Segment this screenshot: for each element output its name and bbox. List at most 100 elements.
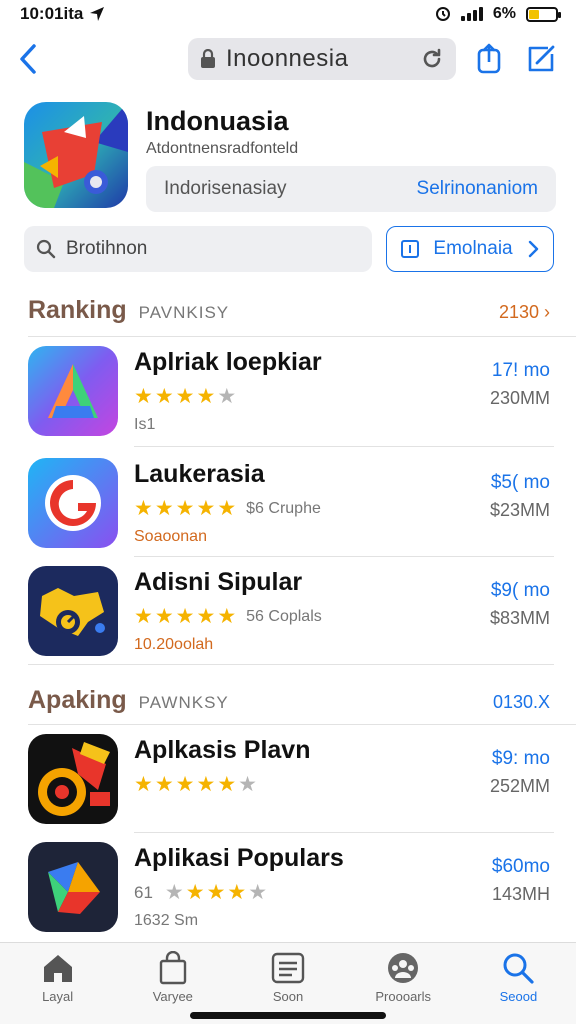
app-name: Adisni Sipular xyxy=(134,568,303,596)
app-rating-prefix: 61 xyxy=(134,882,153,902)
app-price[interactable]: $5( mo xyxy=(491,472,550,494)
app-list-item[interactable]: Aplikasi Populars 61 ★ ★ ★ ★ ★ 1632 Sm $… xyxy=(0,842,576,938)
tab-label: Seood xyxy=(499,989,538,1004)
star-icon: ★ xyxy=(175,605,195,628)
tab-label: Varyee xyxy=(152,989,193,1004)
app-meta: 56 Coplals xyxy=(246,607,322,625)
rating-stars: 61 ★ ★ ★ ★ ★ xyxy=(134,882,267,903)
star-icon: ★ xyxy=(134,385,153,408)
star-icon: ★ xyxy=(154,605,174,628)
search-icon xyxy=(36,239,56,259)
star-icon: ★ xyxy=(154,773,174,796)
back-button[interactable] xyxy=(16,42,46,76)
rating-stars: ★ ★ ★ ★ ★ xyxy=(134,386,236,407)
info-square-icon xyxy=(401,240,419,258)
home-indicator[interactable] xyxy=(190,1012,386,1019)
star-icon: ★ xyxy=(175,497,195,520)
app-list-item[interactable]: Aplriak loepkiar ★ ★ ★ ★ ★ Is1 17! mo 23… xyxy=(0,346,576,442)
app-size: $23MM xyxy=(489,500,550,520)
app-search-field[interactable]: Indorisenasiay Selrinonaniom xyxy=(146,166,556,212)
tab-search[interactable]: Seood xyxy=(461,943,576,1024)
alarm-icon xyxy=(435,7,450,21)
section-see-all-link[interactable]: 0130.X xyxy=(493,692,550,713)
app-list-item[interactable]: Aplkasis Plavn ★ ★ ★ ★ ★ ★ $9: mo 252MM xyxy=(0,734,576,830)
star-icon: ★ xyxy=(196,605,216,628)
app-note: Is1 xyxy=(134,416,156,433)
app-price[interactable]: 17! mo xyxy=(492,360,550,382)
app-price[interactable]: $9: mo xyxy=(492,748,550,770)
star-icon: ★ xyxy=(134,773,153,796)
star-icon: ★ xyxy=(154,385,174,408)
app-icon xyxy=(28,458,118,548)
swirl-logo-icon xyxy=(28,458,118,548)
star-icon: ★ xyxy=(134,605,153,628)
rocket-logo-icon xyxy=(24,102,128,208)
section-title: Ranking xyxy=(28,296,127,324)
status-right: 6% xyxy=(435,5,561,23)
app-size: $83MM xyxy=(489,608,550,628)
share-icon xyxy=(477,43,501,74)
star-icon: ★ xyxy=(217,385,237,408)
app-list-item[interactable]: Adisni Sipular ★ ★ ★ ★ ★ 56 Coplals 10.2… xyxy=(0,566,576,662)
star-icon: ★ xyxy=(196,385,216,408)
app-note: 10.20oolah xyxy=(134,636,214,653)
wheel-logo-icon xyxy=(28,734,118,824)
star-icon: ★ xyxy=(217,773,237,796)
lock-icon xyxy=(201,49,215,68)
filter-search-input[interactable]: Brotihnon xyxy=(24,226,372,272)
tab-home[interactable]: Layal xyxy=(0,943,115,1024)
section-subtitle: PAVNKISY xyxy=(138,303,230,322)
app-note: Soaoonan xyxy=(134,528,207,545)
rating-stars: ★ ★ ★ ★ ★ 56 Coplals xyxy=(134,606,322,627)
address-bar[interactable]: Inoonnesia xyxy=(188,38,456,80)
address-text: Inoonnesia xyxy=(226,45,349,72)
app-name: Aplriak loepkiar xyxy=(134,348,322,376)
prism-logo-icon xyxy=(28,842,118,932)
app-price[interactable]: $60mo xyxy=(492,856,550,878)
star-icon: ★ xyxy=(196,497,216,520)
signal-icon xyxy=(460,7,483,21)
app-note: 1632 Sm xyxy=(134,912,199,929)
app-search-action[interactable]: Selrinonaniom xyxy=(417,178,538,200)
app-price[interactable]: $9( mo xyxy=(491,580,550,602)
compose-button[interactable] xyxy=(524,42,558,76)
section-header-ranking: Ranking PAVNKISY 2130 › xyxy=(28,296,550,330)
app-meta: $6 Cruphe xyxy=(246,499,321,517)
filter-input-text: Brotihnon xyxy=(66,238,148,259)
star-icon: ★ xyxy=(175,385,195,408)
app-subtitle: Atdontnensradfonteld xyxy=(146,140,299,157)
divider xyxy=(28,664,554,665)
battery-icon xyxy=(526,6,561,22)
app-icon xyxy=(28,734,118,824)
star-icon: ★ xyxy=(217,605,237,628)
gamepad-logo-icon xyxy=(28,566,118,656)
app-size: 143MH xyxy=(491,884,550,904)
divider xyxy=(28,336,576,337)
featured-app-icon[interactable] xyxy=(24,102,128,208)
star-icon: ★ xyxy=(134,497,153,520)
star-icon: ★ xyxy=(248,881,268,904)
section-see-all-link[interactable]: 2130 › xyxy=(499,302,550,323)
reload-icon[interactable] xyxy=(420,47,444,71)
bag-icon xyxy=(159,951,186,985)
star-icon: ★ xyxy=(154,497,174,520)
star-icon: ★ xyxy=(227,881,247,904)
share-button[interactable] xyxy=(472,42,506,76)
app-search-placeholder: Indorisenasiay xyxy=(164,178,287,199)
app-size: 230MM xyxy=(489,388,550,408)
app-list-item[interactable]: Laukerasia ★ ★ ★ ★ ★ $6 Cruphe Soaoonan … xyxy=(0,458,576,554)
app-icon xyxy=(28,842,118,932)
app-size: 252MM xyxy=(489,776,550,796)
list-icon xyxy=(271,952,305,984)
filter-button[interactable]: Emolnaia xyxy=(386,226,554,272)
chevron-right-icon xyxy=(528,240,539,258)
chevron-left-icon xyxy=(20,44,36,74)
app-name: Aplkasis Plavn xyxy=(134,736,311,764)
app-name: Laukerasia xyxy=(134,460,265,488)
home-icon xyxy=(43,955,72,982)
section-title: Apaking xyxy=(28,686,127,714)
divider xyxy=(134,832,554,833)
star-icon: ★ xyxy=(164,881,184,904)
compose-icon xyxy=(528,45,555,72)
rating-stars: ★ ★ ★ ★ ★ ★ xyxy=(134,774,257,795)
